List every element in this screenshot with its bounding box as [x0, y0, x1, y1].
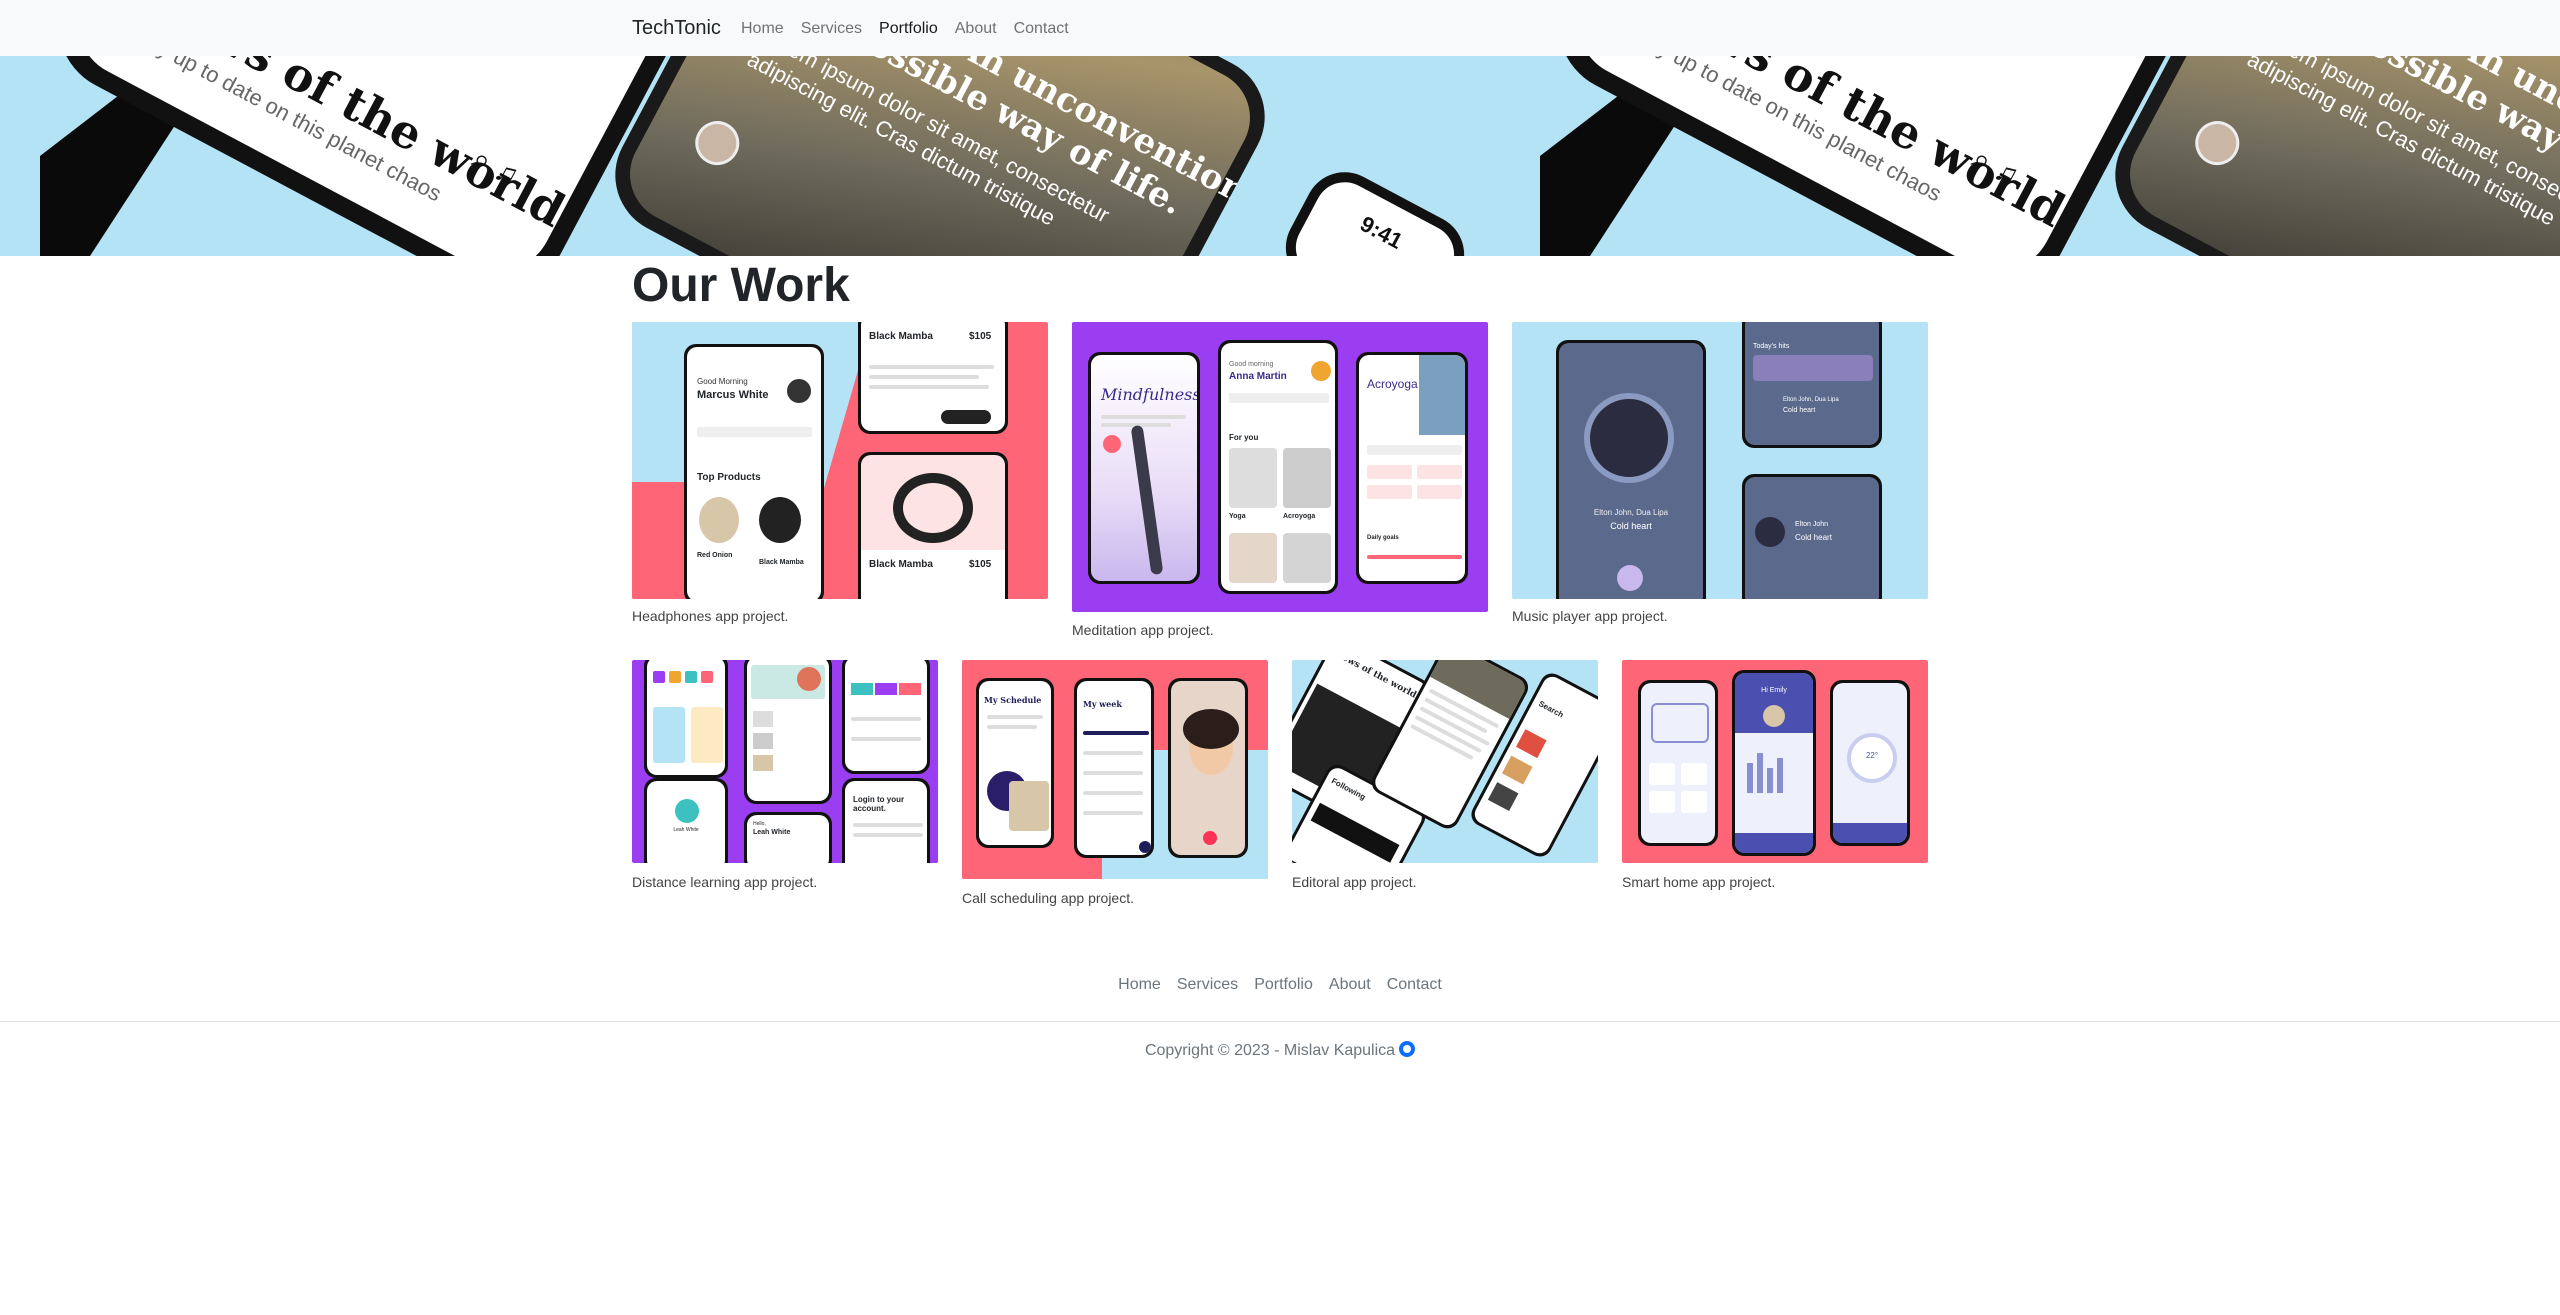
hero-tile: News of the world Stay up to date on thi… — [0, 56, 1500, 256]
footer-divider — [0, 1021, 2560, 1022]
project-image-music[interactable]: Elton John, Dua Lipa Cold heart Today's … — [1512, 322, 1928, 599]
footer-link-home[interactable]: Home — [1118, 976, 1161, 994]
brand-logo[interactable]: TechTonic — [632, 17, 721, 40]
hero-phone-time: 9:41 — [1356, 211, 1407, 254]
project-image-editorial[interactable]: News of the world Following Search — [1292, 660, 1598, 863]
project-caption: Distance learning app project. — [632, 874, 818, 890]
project-image-distance-learning[interactable]: Leah White Hello, Leah White Login to yo… — [632, 660, 938, 863]
nav-about[interactable]: About — [955, 20, 997, 38]
navbar: TechTonic Home Services Portfolio About … — [0, 0, 2560, 56]
page-title: Our Work — [632, 259, 850, 312]
footer-link-portfolio[interactable]: Portfolio — [1254, 976, 1313, 994]
hero-nomad-phone: Nomads. An unconventional but possible w… — [2094, 56, 2560, 256]
project-image-smart-home[interactable]: Hi Emily 22° — [1622, 660, 1928, 863]
footer-nav: Home Services Portfolio About Contact — [0, 976, 2560, 994]
nav-home[interactable]: Home — [741, 20, 784, 38]
project-image-headphones[interactable]: Good Morning Marcus White Top Products R… — [632, 322, 1048, 599]
project-image-meditation[interactable]: Mindfulness Good morning Anna Martin For… — [1072, 322, 1488, 612]
project-caption: Smart home app project. — [1622, 874, 1776, 890]
github-icon[interactable] — [1399, 1041, 1416, 1057]
copyright-text: Copyright © 2023 - Mislav Kapulica — [1144, 1042, 1396, 1059]
hero-nomad-phone: Nomads. An unconventional but possible w… — [594, 56, 1286, 256]
project-caption: Music player app project. — [1512, 608, 1668, 624]
footer-link-about[interactable]: About — [1329, 976, 1371, 994]
nav-contact[interactable]: Contact — [1014, 20, 1069, 38]
project-caption: Call scheduling app project. — [962, 890, 1134, 906]
hero-banner: News of the world Stay up to date on thi… — [0, 56, 2560, 256]
project-caption: Headphones app project. — [632, 608, 789, 624]
footer-link-services[interactable]: Services — [1177, 976, 1238, 994]
nav-services[interactable]: Services — [801, 20, 862, 38]
nav-links: Home Services Portfolio About Contact — [741, 20, 1069, 38]
copyright: Copyright © 2023 - Mislav Kapulica — [0, 1041, 2560, 1060]
hero-small-phone: 9:41 — [1271, 158, 1479, 256]
project-image-call-scheduling[interactable]: My Schedule My week — [962, 660, 1268, 879]
project-caption: Editoral app project. — [1292, 874, 1417, 890]
footer-link-contact[interactable]: Contact — [1387, 976, 1442, 994]
nav-portfolio[interactable]: Portfolio — [879, 20, 938, 38]
project-caption: Meditation app project. — [1072, 622, 1214, 638]
hero-tile-repeat: News of the world Stay up to date on thi… — [1500, 56, 2560, 256]
